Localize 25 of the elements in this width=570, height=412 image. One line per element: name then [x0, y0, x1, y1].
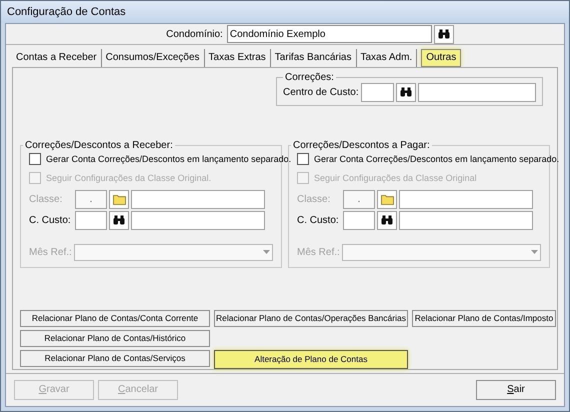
field-label: C. Custo: — [297, 214, 340, 228]
checkbox-label: Gerar Conta Correções/Descontos em lançamento separado. — [46, 152, 292, 166]
field-label: Condomínio: — [166, 28, 223, 42]
group-title: Correções: — [284, 72, 335, 83]
tab[interactable]: Outras — [421, 48, 462, 67]
relation-button[interactable]: Relacionar Plano de Contas/Histórico — [20, 330, 210, 347]
group-title: Correções/Descontos a Pagar: — [292, 138, 431, 153]
relation-button[interactable]: Relacionar Plano de Contas/Serviços — [20, 350, 210, 367]
field-label: Mês Ref.: — [297, 246, 340, 260]
field-label: Classe: — [297, 192, 332, 207]
field-label: Mês Ref.: — [29, 246, 72, 260]
checkbox-label: Gerar Conta Correções/Descontos em lançamento separado. — [314, 152, 560, 166]
checkbox-label: Seguir Configurações da Classe Original. — [46, 172, 212, 185]
group-title: Correções/Descontos a Receber: — [24, 138, 174, 153]
relation-button[interactable]: Alteração de Plano de Contas — [214, 350, 408, 369]
window-title: Configuração de Contas — [7, 4, 126, 20]
field-label: C. Custo: — [29, 214, 72, 228]
relation-button[interactable]: Relacionar Plano de Contas/Operações Bancárias — [214, 310, 408, 327]
field-label: Classe: — [29, 192, 64, 207]
relation-button[interactable]: Relacionar Plano de Contas/Imposto — [412, 310, 556, 327]
footer-button[interactable]: Sair — [476, 380, 556, 400]
condominium-field[interactable]: Condomínio Exemplo — [226, 25, 432, 44]
checkbox-label: Seguir Configurações da Classe Original — [314, 172, 477, 185]
relation-button[interactable]: Relacionar Plano de Contas/Conta Corrente — [20, 310, 210, 327]
field-label: Centro de Custo: — [283, 86, 359, 100]
